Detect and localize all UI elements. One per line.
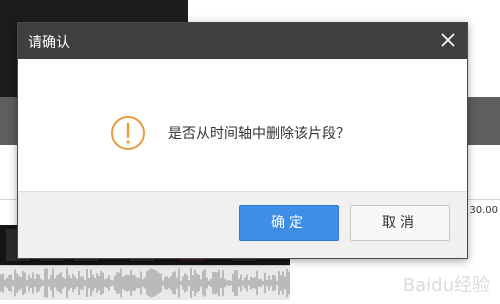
dialog-header: 请确认 xyxy=(18,23,467,59)
exclamation-circle-icon xyxy=(111,116,145,150)
dialog-title: 请确认 xyxy=(28,35,70,51)
confirm-button[interactable]: 确定 xyxy=(239,205,339,241)
dialog-footer: 确定 取消 xyxy=(18,191,467,258)
timeline-value: 30.00 xyxy=(469,205,498,216)
close-icon xyxy=(441,33,455,47)
cancel-button[interactable]: 取消 xyxy=(350,205,450,241)
dialog-message: 是否从时间轴中删除该片段？ xyxy=(168,126,350,142)
audio-waveform xyxy=(0,268,290,298)
dialog-body: 是否从时间轴中删除该片段？ xyxy=(18,59,467,191)
confirm-dialog: 请确认 是否从时间轴中删除该片段？ 确定 取消 xyxy=(17,22,468,259)
audio-track[interactable] xyxy=(0,265,290,300)
watermark: Baidu经验 xyxy=(402,275,490,296)
close-button[interactable] xyxy=(438,30,458,50)
